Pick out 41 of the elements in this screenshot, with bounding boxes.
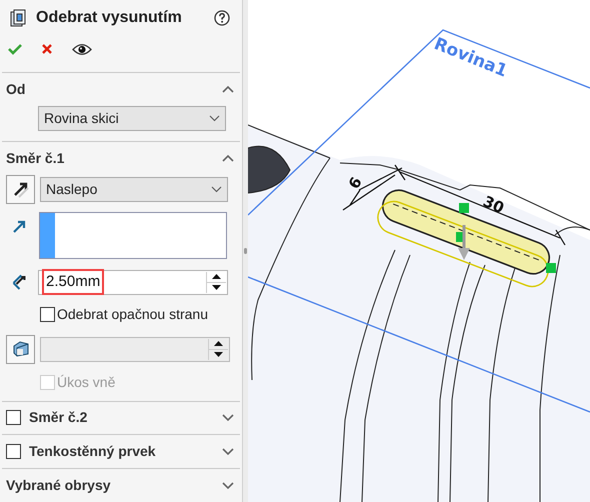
dimension-value: 6 bbox=[344, 174, 366, 192]
depth-field[interactable]: 2.50mm bbox=[38, 270, 228, 294]
draft-icon bbox=[10, 340, 30, 358]
expand-chevron-icon[interactable] bbox=[222, 414, 234, 422]
section-title[interactable]: Směr č.1 bbox=[6, 148, 214, 169]
help-icon[interactable] bbox=[214, 10, 230, 26]
close-icon[interactable] bbox=[41, 43, 53, 56]
end-condition-dropdown[interactable]: Naslepo bbox=[40, 176, 228, 202]
section-title[interactable]: Tenkostěnný prvek bbox=[29, 441, 214, 462]
down-triangle-icon bbox=[214, 352, 223, 357]
draft-button[interactable] bbox=[6, 334, 35, 364]
checkbox-label: Odebrat opačnou stranu bbox=[57, 305, 208, 324]
feature-icon bbox=[10, 9, 26, 28]
dimension-value: 30 bbox=[480, 192, 507, 218]
up-triangle-icon bbox=[214, 341, 223, 346]
ok-icon[interactable] bbox=[8, 43, 22, 56]
direction-arrow-icon bbox=[13, 220, 26, 232]
section-title[interactable]: Směr č.2 bbox=[29, 407, 214, 428]
selection-color-strip bbox=[40, 212, 55, 258]
arrow-icon bbox=[12, 180, 30, 198]
up-triangle-icon[interactable] bbox=[212, 274, 221, 279]
collapse-chevron-icon[interactable] bbox=[222, 85, 234, 94]
dropdown-caret-icon[interactable] bbox=[211, 186, 222, 192]
section-title[interactable]: Vybrané obrysy bbox=[6, 475, 214, 496]
start-dropdown[interactable]: Rovina skici bbox=[38, 106, 226, 131]
down-triangle-icon[interactable] bbox=[212, 285, 221, 290]
flip-side-checkbox[interactable] bbox=[40, 307, 55, 322]
depth-icon bbox=[12, 274, 26, 290]
collapse-chevron-icon[interactable] bbox=[222, 154, 234, 162]
selection-list[interactable] bbox=[39, 212, 227, 258]
eye-icon[interactable] bbox=[72, 42, 92, 56]
dropdown-caret-icon[interactable] bbox=[209, 114, 220, 122]
spin-buttons[interactable] bbox=[206, 272, 226, 292]
section-checkbox[interactable] bbox=[6, 444, 21, 460]
panel-title: Odebrat vysunutím bbox=[36, 8, 183, 28]
reverse-direction-button[interactable] bbox=[6, 174, 35, 204]
section-checkbox[interactable] bbox=[6, 410, 21, 426]
checkbox-label: Úkos vně bbox=[57, 373, 116, 392]
expand-chevron-icon[interactable] bbox=[222, 448, 234, 456]
expand-chevron-icon[interactable] bbox=[222, 482, 234, 490]
section-title[interactable]: Od bbox=[6, 78, 214, 100]
